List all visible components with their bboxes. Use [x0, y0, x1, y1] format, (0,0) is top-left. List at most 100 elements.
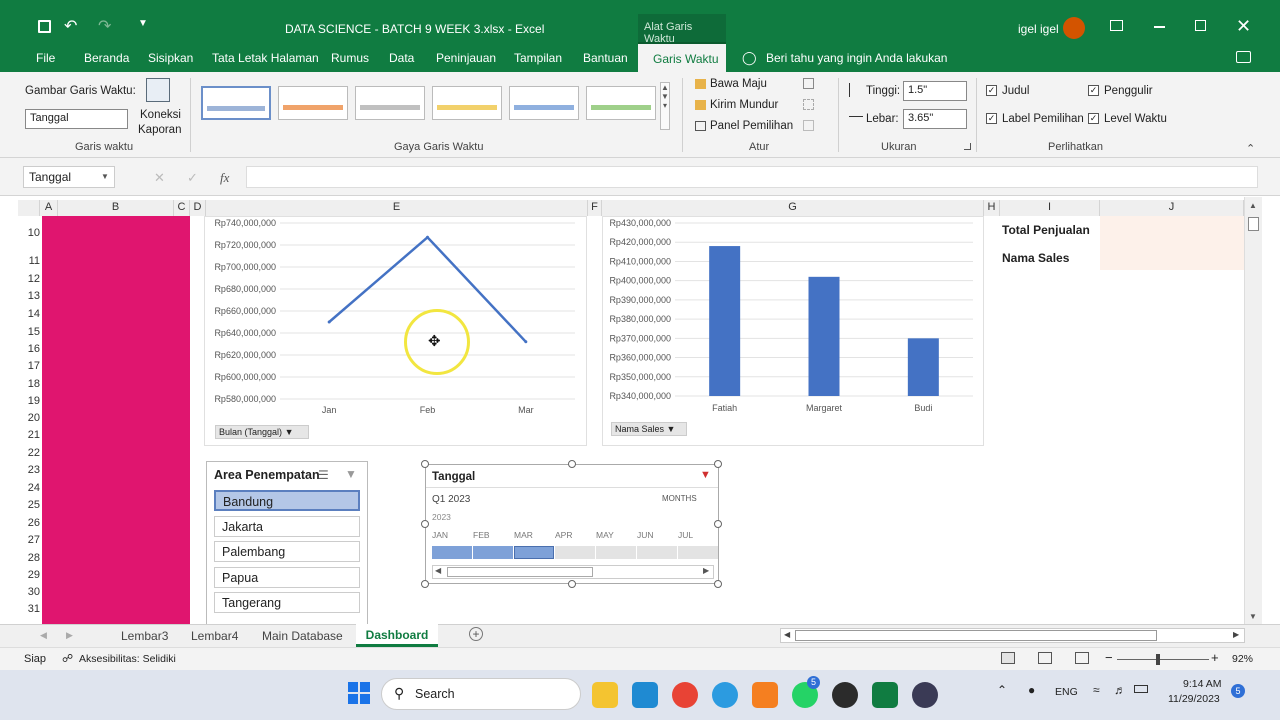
slicer-item[interactable]: Bandung — [214, 490, 360, 511]
sheet-prev-icon[interactable]: ◀ — [40, 630, 47, 641]
send-backward-button[interactable]: Kirim Mundur — [710, 99, 778, 111]
selection-label-checkbox[interactable]: ✓ — [986, 113, 997, 124]
accessibility-status[interactable]: Aksesibilitas: Selidiki — [79, 653, 176, 665]
timeline-handle[interactable] — [421, 520, 429, 528]
tab-rumus[interactable]: Rumus — [331, 51, 369, 65]
name-box-dropdown-icon[interactable]: ▼ — [101, 172, 109, 181]
field-button-nama-sales[interactable]: Nama Sales ▼ — [611, 422, 687, 436]
scroll-thumb[interactable] — [447, 567, 593, 577]
formula-input[interactable] — [246, 166, 1258, 188]
normal-view-icon[interactable] — [1001, 652, 1015, 664]
cell-total-penjualan[interactable]: Total Penjualan — [1002, 223, 1090, 237]
cell-nama-sales[interactable]: Nama Sales — [1002, 251, 1069, 265]
timeline-handle[interactable] — [714, 520, 722, 528]
collapse-ribbon-icon[interactable]: ⌃ — [1246, 142, 1255, 155]
timeline-handle[interactable] — [714, 580, 722, 588]
scroll-down-icon[interactable]: ▼ — [1249, 612, 1257, 621]
show-hidden-icons[interactable]: ⌃ — [997, 683, 1007, 697]
row-header[interactable]: 25 — [18, 499, 40, 511]
row-header[interactable]: 16 — [18, 343, 40, 355]
customize-qat-icon[interactable]: ▼ — [138, 18, 148, 29]
timeline-handle[interactable] — [421, 580, 429, 588]
xampp-icon[interactable] — [752, 682, 778, 708]
hscroll-left-icon[interactable]: ◀ — [784, 630, 790, 639]
row-header[interactable]: 23 — [18, 464, 40, 476]
report-connections-icon[interactable] — [146, 78, 170, 102]
height-input[interactable]: 1.5" — [903, 81, 967, 101]
scroll-left-icon[interactable]: ◀ — [435, 566, 441, 575]
minimize-icon[interactable] — [1154, 26, 1165, 28]
vscode-icon[interactable] — [632, 682, 658, 708]
clock-time[interactable]: 9:14 AM — [1183, 678, 1222, 690]
tab-data[interactable]: Data — [389, 51, 414, 65]
bar-chart[interactable]: Rp430,000,000 Rp420,000,000 Rp410,000,000 R… — [602, 216, 984, 446]
row-header[interactable]: 31 — [18, 603, 40, 615]
timeline-handle[interactable] — [568, 580, 576, 588]
ribbon-display-icon[interactable] — [1110, 20, 1123, 31]
col-header-d[interactable]: D — [190, 200, 206, 216]
area-slicer[interactable]: Area Penempatan ☰ ▼ Bandung Jakarta Palemb… — [206, 461, 368, 626]
timeline-month-bar[interactable] — [596, 546, 636, 559]
row-header[interactable]: 22 — [18, 447, 40, 459]
zoom-out-icon[interactable]: − — [1105, 650, 1113, 665]
clear-filter-icon[interactable]: ▼ — [345, 467, 357, 481]
row-header[interactable]: 17 — [18, 360, 40, 372]
field-button-bulan[interactable]: Bulan (Tanggal) ▼ — [215, 425, 309, 439]
wifi-icon[interactable]: ≈ — [1093, 683, 1100, 697]
timeline-style-6[interactable] — [586, 86, 656, 120]
size-dialog-launcher-icon[interactable] — [964, 143, 971, 150]
notification-badge[interactable]: 5 — [1231, 684, 1245, 698]
header-checkbox[interactable]: ✓ — [986, 85, 997, 96]
tab-file[interactable]: File — [36, 51, 55, 65]
timeline-style-5[interactable] — [509, 86, 579, 120]
sheet-tab-lembar4[interactable]: Lembar4 — [191, 629, 238, 643]
row-header[interactable]: 26 — [18, 517, 40, 529]
timeline-clear-filter-icon[interactable]: ▼ — [700, 469, 711, 481]
row-header[interactable]: 19 — [18, 395, 40, 407]
slicer-item[interactable]: Tangerang — [214, 592, 360, 613]
timeline-style-4[interactable] — [432, 86, 502, 120]
vertical-scrollbar[interactable]: ▲ ▼ — [1244, 197, 1262, 624]
timeline-style-1[interactable] — [201, 86, 271, 120]
comments-icon[interactable] — [1236, 51, 1251, 63]
tab-beranda[interactable]: Beranda — [84, 51, 129, 65]
volume-icon[interactable]: ♬ — [1114, 683, 1126, 697]
timeline-level-dropdown[interactable]: MONTHS — [662, 494, 697, 503]
timeline[interactable]: Tanggal ▼ Q1 2023 MONTHS 2023 JAN FEB MAR A… — [425, 464, 719, 584]
row-header[interactable]: 13 — [18, 290, 40, 302]
time-level-checkbox[interactable]: ✓ — [1088, 113, 1099, 124]
start-icon[interactable] — [348, 682, 370, 704]
row-header[interactable]: 30 — [18, 586, 40, 598]
col-header-c[interactable]: C — [174, 200, 190, 216]
timeline-handle[interactable] — [714, 460, 722, 468]
redo-icon[interactable]: ↷ — [98, 16, 111, 36]
scroll-right-icon[interactable]: ▶ — [703, 566, 709, 575]
timeline-handle[interactable] — [421, 460, 429, 468]
zoom-level[interactable]: 92% — [1232, 653, 1253, 665]
row-header[interactable]: 18 — [18, 378, 40, 390]
chrome-icon[interactable] — [672, 682, 698, 708]
page-break-view-icon[interactable] — [1075, 652, 1089, 664]
language-indicator[interactable]: ENG — [1055, 686, 1078, 698]
microphone-icon[interactable]: ● — [1028, 683, 1035, 697]
sheet-tab-dashboard[interactable]: Dashboard — [356, 624, 438, 647]
row-header[interactable]: 27 — [18, 534, 40, 546]
bring-forward-button[interactable]: Bawa Maju — [710, 78, 767, 90]
add-sheet-icon[interactable]: + — [469, 627, 483, 641]
zoom-slider[interactable] — [1117, 659, 1209, 660]
timeline-month-bar[interactable] — [514, 546, 554, 559]
sheet-tab-main-database[interactable]: Main Database — [262, 629, 343, 643]
styles-more-icon[interactable]: ▲ ▼ ▾ — [660, 82, 670, 130]
scroll-up-icon[interactable]: ▲ — [1249, 201, 1257, 210]
line-chart[interactable]: Rp740,000,000 Rp720,000,000 Rp700,000,000 R… — [204, 216, 587, 446]
zoom-slider-thumb[interactable] — [1156, 654, 1160, 665]
scroll-thumb[interactable] — [1248, 217, 1259, 231]
col-header-j[interactable]: J — [1100, 200, 1244, 216]
report-connections-button[interactable]: Koneksi — [140, 109, 181, 121]
file-explorer-icon[interactable] — [592, 682, 618, 708]
tell-me-search[interactable]: Beri tahu yang ingin Anda lakukan — [766, 51, 947, 65]
col-header-h[interactable]: H — [984, 200, 1000, 216]
horizontal-scrollbar[interactable]: ◀ ▶ — [780, 628, 1245, 643]
tab-tata-letak[interactable]: Tata Letak Halaman — [212, 51, 319, 65]
hscroll-thumb[interactable] — [795, 630, 1157, 641]
